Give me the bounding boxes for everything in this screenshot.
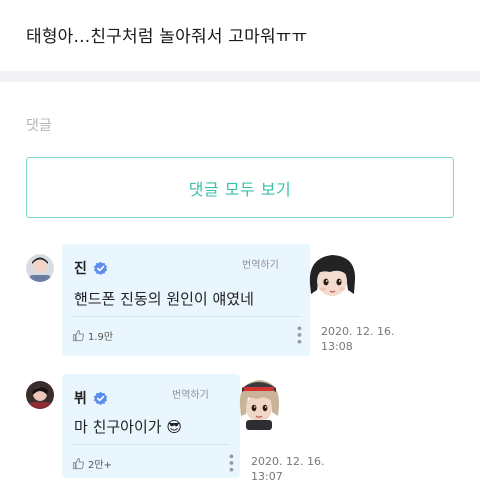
bubble-divider [72,316,300,317]
comment-date: 2020. 12. 16. 13:07 [251,455,325,483]
sunglasses-emoji: 😎 [166,418,182,436]
like-count: 2만+ [88,460,112,471]
comment-author[interactable]: 뷔 [74,388,87,408]
verified-badge-icon [93,391,107,405]
more-options-icon[interactable]: ••• [291,324,306,344]
comment-author[interactable]: 진 [74,258,87,278]
like-button[interactable]: 1.9만 [72,328,113,343]
bubble-divider [72,444,230,445]
section-divider [0,71,480,82]
like-button[interactable]: 2만+ [72,456,112,471]
verified-badge-icon [93,261,107,275]
comments-label: 댓글 [26,118,52,134]
comment-text: 핸드폰 진동의 원인이 얘였네 [74,290,254,308]
more-options-icon[interactable]: ••• [223,452,238,472]
comment-text: 마 친구아이가 😎 [74,418,182,436]
view-all-comments-button[interactable]: 댓글 모두 보기 [26,157,454,218]
author-character-sticker [309,255,356,296]
translate-button[interactable]: 번역하기 [172,386,209,401]
comment-date: 2020. 12. 16. 13:08 [321,325,395,353]
avatar[interactable] [26,381,54,409]
author-character-sticker [239,380,280,430]
thumb-up-icon [72,458,84,470]
thumb-up-icon [72,330,84,342]
translate-button[interactable]: 번역하기 [242,256,279,271]
view-all-comments-label: 댓글 모두 보기 [188,179,292,199]
comment-bubble: 뷔 번역하기 마 친구아이가 😎 2만+ ••• [62,374,240,478]
avatar[interactable] [26,254,54,282]
post-title: 태형아...친구처럼 놀아줘서 고마워ㅠㅠ [26,27,308,47]
comment-bubble: 진 번역하기 핸드폰 진동의 원인이 얘였네 1.9만 ••• [62,244,310,356]
like-count: 1.9만 [88,332,114,343]
